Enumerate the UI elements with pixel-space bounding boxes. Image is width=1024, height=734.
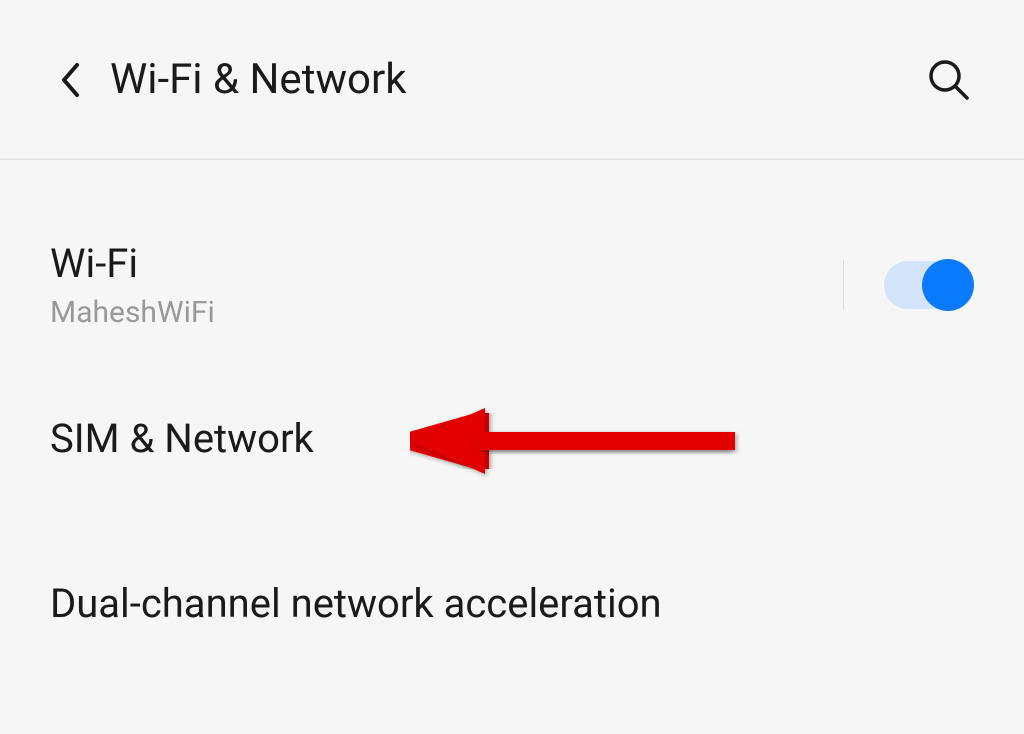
back-button[interactable]	[50, 60, 90, 100]
search-button[interactable]	[924, 55, 974, 105]
wifi-toggle[interactable]	[884, 261, 974, 309]
settings-list: Wi-Fi MaheshWiFi SIM & Network	[0, 160, 1024, 665]
vertical-divider	[843, 260, 844, 310]
dual-label: Dual-channel network acceleration	[50, 580, 974, 627]
sim-network-row[interactable]: SIM & Network	[50, 360, 974, 525]
dual-text: Dual-channel network acceleration	[50, 580, 974, 635]
wifi-text: Wi-Fi MaheshWiFi	[50, 240, 843, 330]
toggle-knob	[922, 259, 974, 311]
header-bar: Wi-Fi & Network	[0, 0, 1024, 160]
chevron-left-icon	[59, 62, 81, 98]
sim-text: SIM & Network	[50, 415, 974, 470]
sim-label: SIM & Network	[50, 415, 974, 462]
search-icon	[927, 58, 971, 102]
wifi-label: Wi-Fi	[50, 240, 843, 287]
wifi-row[interactable]: Wi-Fi MaheshWiFi	[50, 210, 974, 360]
page-title: Wi-Fi & Network	[110, 55, 924, 104]
wifi-sublabel: MaheshWiFi	[50, 295, 843, 330]
dual-channel-row[interactable]: Dual-channel network acceleration	[50, 525, 974, 665]
